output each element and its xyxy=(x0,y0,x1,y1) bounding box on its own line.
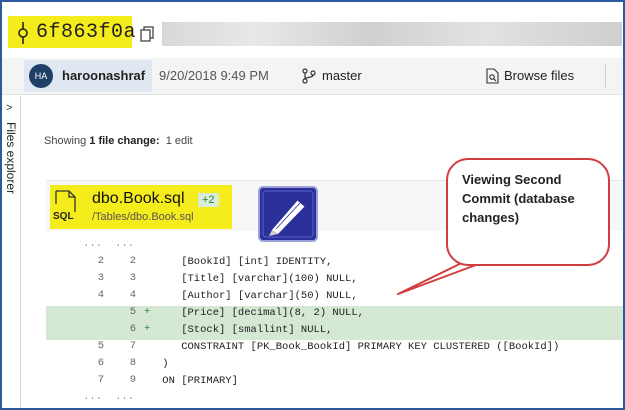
diff-marker: + xyxy=(144,323,151,335)
file-path: /Tables/dbo.Book.sql xyxy=(92,211,194,223)
new-line-number: 7 xyxy=(129,340,136,352)
new-line-number: 2 xyxy=(129,255,136,267)
branch-name[interactable]: master xyxy=(322,68,362,83)
new-line-number: 8 xyxy=(129,357,136,369)
diff-line: 5 7 CONSTRAINT [PK_Book_BookId] PRIMARY K… xyxy=(46,340,623,357)
new-line-number: 3 xyxy=(129,272,136,284)
commit-date: 9/20/2018 9:49 PM xyxy=(159,68,269,83)
sql-icon-label: SQL xyxy=(53,211,74,222)
new-line-number: ... xyxy=(115,238,134,250)
files-explorer-tab[interactable]: > Files explorer xyxy=(2,96,21,408)
old-line-number: ... xyxy=(83,238,102,250)
summary-count: 1 file change: xyxy=(89,135,160,147)
browse-files-icon xyxy=(486,68,499,84)
diff-marker: + xyxy=(144,306,151,318)
new-line-number: 5 xyxy=(129,306,136,318)
file-name[interactable]: dbo.Book.sql xyxy=(92,190,185,208)
divider xyxy=(605,64,606,88)
callout-text: Viewing Second Commit (database changes) xyxy=(462,172,575,225)
browse-files-label: Browse files xyxy=(504,68,575,83)
diff-line: 4 4 [Author] [varchar](50) NULL, xyxy=(46,289,623,306)
old-line-number: 3 xyxy=(97,272,104,284)
old-line-number: 2 xyxy=(97,255,104,267)
code-text: [BookId] [int] IDENTITY, xyxy=(156,256,333,268)
commit-icon xyxy=(18,22,28,44)
summary-prefix: Showing xyxy=(44,135,90,147)
files-explorer-label: Files explorer xyxy=(4,122,18,195)
added-lines-badge: +2 xyxy=(198,193,219,207)
browse-files-button[interactable]: Browse files xyxy=(482,66,574,86)
annotation-callout: Viewing Second Commit (database changes) xyxy=(446,158,610,266)
old-line-number: 4 xyxy=(97,289,104,301)
old-line-number: ... xyxy=(83,391,102,403)
avatar: HA xyxy=(29,64,53,88)
sql-file-icon: SQL xyxy=(53,190,76,222)
chevron-right-icon[interactable]: > xyxy=(6,102,12,114)
pen-logo-icon xyxy=(258,186,318,242)
author-bar: HA haroonashraf 9/20/2018 9:49 PM master… xyxy=(2,58,623,95)
copy-icon[interactable] xyxy=(140,26,156,42)
code-text: [Price] [decimal](8, 2) NULL, xyxy=(156,307,364,319)
change-summary: Showing 1 file change: 1 edit xyxy=(44,135,193,147)
summary-edits: 1 edit xyxy=(165,135,193,147)
diff-line-ellipsis: ...... xyxy=(46,391,623,408)
diff-line-added: 6 + [Stock] [smallint] NULL, xyxy=(46,323,623,340)
obscured-commit-message xyxy=(162,22,622,46)
code-text: ON [PRIMARY] xyxy=(156,375,238,387)
commit-view-window: 6f863f0a HA haroonashraf 9/20/2018 9:49 … xyxy=(0,0,625,410)
code-text: CONSTRAINT [PK_Book_BookId] PRIMARY KEY … xyxy=(156,341,560,353)
diff-line: 6 8 ) xyxy=(46,357,623,374)
new-line-number: 9 xyxy=(129,374,136,386)
old-line-number: 6 xyxy=(97,357,104,369)
code-text: [Author] [varchar](50) NULL, xyxy=(156,290,358,302)
code-text: ) xyxy=(156,358,169,370)
new-line-number: ... xyxy=(115,391,134,403)
code-text: [Stock] [smallint] NULL, xyxy=(156,324,333,336)
old-line-number: 7 xyxy=(97,374,104,386)
author-name[interactable]: haroonashraf xyxy=(62,68,145,83)
code-text: [Title] [varchar](100) NULL, xyxy=(156,273,358,285)
branch-icon xyxy=(302,68,316,84)
diff-line-added: 5 + [Price] [decimal](8, 2) NULL, xyxy=(46,306,623,323)
diff-line: 3 3 [Title] [varchar](100) NULL, xyxy=(46,272,623,289)
new-line-number: 6 xyxy=(129,323,136,335)
diff-line: 7 9 ON [PRIMARY] xyxy=(46,374,623,391)
commit-header: 6f863f0a xyxy=(2,2,623,58)
old-line-number: 5 xyxy=(97,340,104,352)
new-line-number: 4 xyxy=(129,289,136,301)
commit-hash: 6f863f0a xyxy=(36,21,137,44)
